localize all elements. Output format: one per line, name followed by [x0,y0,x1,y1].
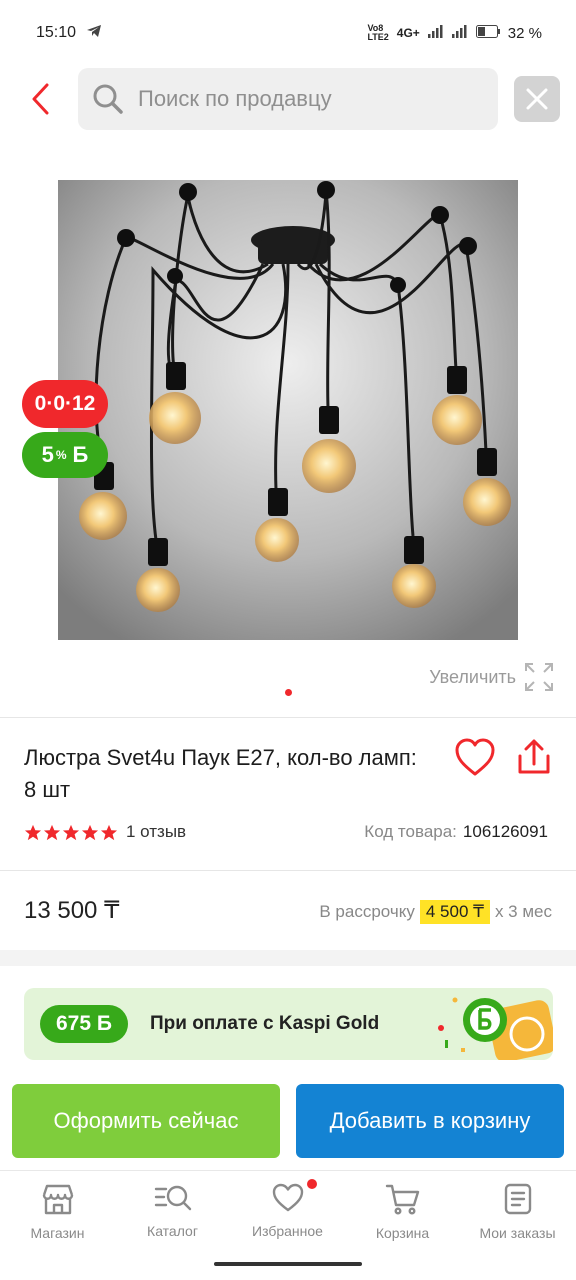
heart-icon [455,738,495,776]
product-image[interactable] [58,180,518,640]
share-button[interactable] [516,738,552,780]
chevron-left-icon [32,83,49,115]
tab-label: Каталог [147,1223,198,1239]
product-code: Код товара: 106126091 [364,822,548,842]
battery-percent: 32 % [507,24,542,42]
reviews-link[interactable]: 1 отзыв [126,822,186,842]
rating-stars [24,824,118,841]
shop-icon [42,1184,73,1215]
product-price: 13 500 ₸ [24,897,120,924]
add-to-cart-button[interactable]: Добавить в корзину [296,1084,564,1158]
price-row: 13 500 ₸ В рассрочку 4 500 ₸ х 3 мес [0,872,576,950]
tab-label: Мои заказы [479,1225,556,1241]
status-bar: 15:10 Vo8 LTE2 4G+ 32 % [0,0,576,66]
tab-cart[interactable]: Корзина [345,1183,460,1241]
favorites-notification-dot [306,1179,317,1189]
back-button[interactable] [24,80,58,118]
battery-icon [475,24,500,42]
bonus-currency-symbol: Б [72,442,89,467]
bonus-percent-badge: 5% Б [22,432,108,478]
search-bar-row [0,68,576,130]
section-separator [0,950,576,966]
product-title: Люстра Svet4u Паук Е27, кол-во ламп: 8 ш… [24,745,417,802]
carousel-indicator [285,689,292,696]
orders-icon [504,1183,531,1215]
product-code-value: 106126091 [462,822,548,841]
installment-suffix: х 3 мес [494,902,552,921]
star-icon [43,824,61,840]
home-indicator [214,1262,362,1266]
volte-indicator: Vo8 LTE2 [367,23,389,42]
seller-search-input[interactable] [138,86,468,112]
checkout-now-button[interactable]: Оформить сейчас [12,1084,280,1158]
share-icon [518,739,550,774]
catalog-search-icon [154,1185,191,1211]
heart-icon [272,1183,303,1212]
divider [0,717,576,718]
star-icon [81,824,99,840]
divider [0,870,576,871]
product-code-label: Код товара: [364,822,457,841]
zoom-button[interactable]: Увеличить [429,662,554,692]
search-icon [93,84,123,114]
tab-shop[interactable]: Магазин [0,1183,115,1241]
favorite-button[interactable] [454,738,496,780]
kaspi-gold-banner[interactable]: 675 Б При оплате с Kaspi Gold [24,988,553,1060]
gold-banner-text: При оплате с Kaspi Gold [149,1013,380,1034]
star-icon [24,824,42,840]
cart-icon [385,1184,419,1215]
installment-prefix: В рассрочку [319,902,415,921]
close-search-button[interactable] [514,76,560,122]
status-time: 15:10 [36,24,77,41]
installment-info[interactable]: В рассрочку 4 500 ₸ х 3 мес [319,900,552,924]
tab-label: Корзина [375,1225,430,1241]
signal-icon [427,24,444,42]
tab-label: Избранное [252,1223,323,1239]
seller-search-box[interactable] [78,68,498,130]
installment-amount: 4 500 ₸ [419,900,490,924]
rating-row[interactable]: 1 отзыв [24,822,186,842]
close-icon [526,88,548,110]
telegram-icon [86,24,102,43]
zoom-label: Увеличить [429,666,516,687]
signal-icon-2 [451,24,468,42]
timer-badge: 0·0·12 [22,380,108,428]
expand-icon [525,663,553,691]
tab-label: Магазин [30,1225,85,1241]
gold-bonus-pill: 675 Б [40,1005,128,1043]
tab-favorites[interactable]: Избранное [230,1179,345,1239]
tab-orders[interactable]: Мои заказы [460,1183,575,1241]
kaspi-gold-card-icon [438,997,553,1060]
star-icon [62,824,80,840]
tab-catalog[interactable]: Каталог [115,1183,230,1239]
network-type: 4G+ [396,26,420,40]
star-icon [100,824,118,840]
